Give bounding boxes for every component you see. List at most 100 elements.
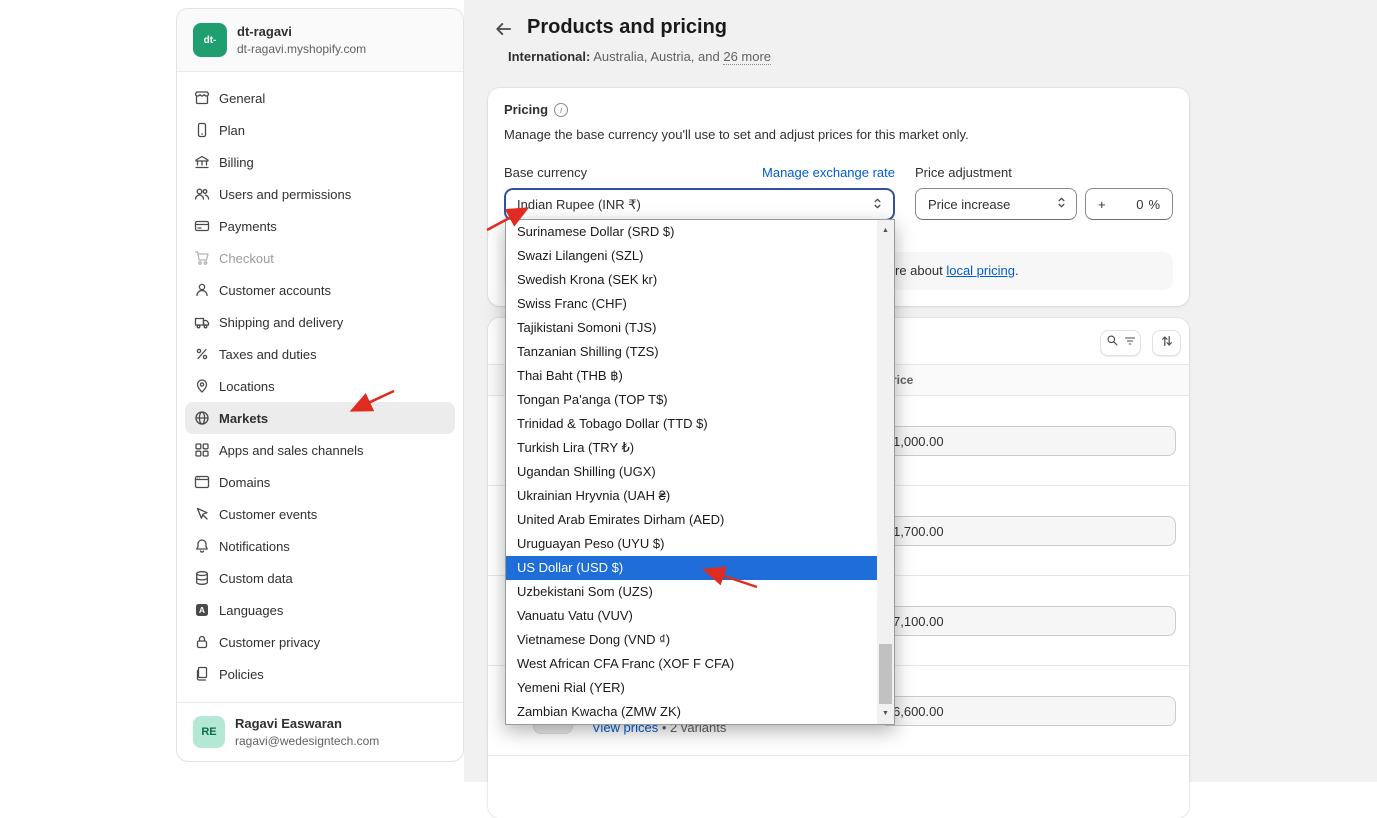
search-and-filter-button[interactable] bbox=[1100, 330, 1141, 356]
price-adjustment-column: Price adjustment Price increase + 0 % bbox=[915, 164, 1173, 220]
page-title: Products and pricing bbox=[527, 16, 727, 39]
settings-sidebar: dt- dt-ragavi dt-ragavi.myshopify.com Ge… bbox=[176, 8, 464, 762]
currency-option[interactable]: Tongan Pa'anga (TOP T$) bbox=[506, 388, 877, 412]
sidebar-item-users-and-permissions[interactable]: Users and permissions bbox=[185, 178, 455, 210]
price-input[interactable]: 1,700.00 bbox=[880, 516, 1176, 546]
currency-option-selected[interactable]: US Dollar (USD $) bbox=[506, 556, 877, 580]
local-pricing-link[interactable]: local pricing bbox=[946, 263, 1015, 278]
store-icon bbox=[193, 89, 211, 107]
currency-option[interactable]: Yemeni Rial (YER) bbox=[506, 676, 877, 700]
sidebar-item-label: Custom data bbox=[219, 571, 293, 586]
account-footer[interactable]: RE Ragavi Easwaran ragavi@wedesigntech.c… bbox=[177, 702, 463, 761]
sidebar-item-locations[interactable]: Locations bbox=[185, 370, 455, 402]
currency-option[interactable]: Zambian Kwacha (ZMW ZK) bbox=[506, 700, 877, 724]
cart-icon bbox=[193, 249, 211, 267]
currency-option[interactable]: Turkish Lira (TRY ₺) bbox=[506, 436, 877, 460]
price-adjustment-type-select[interactable]: Price increase bbox=[915, 188, 1077, 220]
scroll-up-arrow-icon[interactable]: ▲ bbox=[877, 222, 894, 239]
user-name: Ragavi Easwaran bbox=[235, 715, 379, 733]
currency-option[interactable]: Tanzanian Shilling (TZS) bbox=[506, 340, 877, 364]
currency-option[interactable]: West African CFA Franc (XOF F CFA) bbox=[506, 652, 877, 676]
currency-option[interactable]: Swedish Krona (SEK kr) bbox=[506, 268, 877, 292]
cursor-icon bbox=[193, 505, 211, 523]
globe-icon bbox=[193, 409, 211, 427]
currency-option[interactable]: Ugandan Shilling (UGX) bbox=[506, 460, 877, 484]
sidebar-item-customer-accounts[interactable]: Customer accounts bbox=[185, 274, 455, 306]
sidebar-item-label: Billing bbox=[219, 155, 254, 170]
scroll-down-arrow-icon[interactable]: ▼ bbox=[877, 705, 894, 722]
sidebar-item-label: Customer events bbox=[219, 507, 317, 522]
price-adjustment-value: Price increase bbox=[928, 197, 1010, 212]
adjustment-amount: 0 bbox=[1136, 197, 1143, 212]
market-name-label: International: bbox=[508, 49, 590, 64]
sidebar-item-markets[interactable]: Markets bbox=[185, 402, 455, 434]
base-currency-column: Base currency Manage exchange rate India… bbox=[504, 164, 895, 221]
adjustment-sign: + bbox=[1098, 197, 1106, 212]
users-icon bbox=[193, 185, 211, 203]
sidebar-item-checkout: Checkout bbox=[185, 242, 455, 274]
sidebar-item-customer-privacy[interactable]: Customer privacy bbox=[185, 626, 455, 658]
user-email: ragavi@wedesigntech.com bbox=[235, 733, 379, 749]
sidebar-item-label: Plan bbox=[219, 123, 245, 138]
sidebar-item-label: Languages bbox=[219, 603, 283, 618]
shop-name: dt-ragavi bbox=[237, 23, 366, 41]
sidebar-item-notifications[interactable]: Notifications bbox=[185, 530, 455, 562]
pricing-card-title: Pricing bbox=[504, 102, 548, 117]
currency-option[interactable]: Tajikistani Somoni (TJS) bbox=[506, 316, 877, 340]
sidebar-item-label: Customer accounts bbox=[219, 283, 331, 298]
page-subtitle: International: Australia, Austria, and 2… bbox=[508, 49, 771, 64]
svg-text:A: A bbox=[199, 605, 205, 615]
back-button[interactable] bbox=[493, 20, 515, 42]
sidebar-item-domains[interactable]: Domains bbox=[185, 466, 455, 498]
sidebar-item-custom-data[interactable]: Custom data bbox=[185, 562, 455, 594]
currency-option[interactable]: Vanuatu Vatu (VUV) bbox=[506, 604, 877, 628]
currency-option[interactable]: Surinamese Dollar (SRD $) bbox=[506, 220, 877, 244]
info-icon[interactable]: i bbox=[554, 103, 568, 117]
base-currency-select[interactable]: Indian Rupee (INR ₹) bbox=[504, 188, 895, 221]
currency-option[interactable]: Vietnamese Dong (VND ₫) bbox=[506, 628, 877, 652]
dropdown-scrollbar[interactable]: ▲ ▼ bbox=[877, 220, 894, 724]
currency-option[interactable]: Trinidad & Tobago Dollar (TTD $) bbox=[506, 412, 877, 436]
currency-option[interactable]: Swazi Lilangeni (SZL) bbox=[506, 244, 877, 268]
scrollbar-thumb[interactable] bbox=[879, 644, 892, 704]
price-input[interactable]: 6,600.00 bbox=[880, 696, 1176, 726]
more-regions-link[interactable]: 26 more bbox=[723, 49, 771, 65]
sidebar-item-label: Users and permissions bbox=[219, 187, 351, 202]
currency-option[interactable]: Swiss Franc (CHF) bbox=[506, 292, 877, 316]
sidebar-item-general[interactable]: General bbox=[185, 82, 455, 114]
price-input[interactable]: 7,100.00 bbox=[880, 606, 1176, 636]
card-icon bbox=[193, 217, 211, 235]
sidebar-item-label: Customer privacy bbox=[219, 635, 320, 650]
price-input[interactable]: 1,000.00 bbox=[880, 426, 1176, 456]
sidebar-item-shipping-and-delivery[interactable]: Shipping and delivery bbox=[185, 306, 455, 338]
sidebar-item-customer-events[interactable]: Customer events bbox=[185, 498, 455, 530]
price-adjustment-amount-input[interactable]: + 0 % bbox=[1085, 188, 1173, 220]
sidebar-item-label: Shipping and delivery bbox=[219, 315, 343, 330]
sort-button[interactable] bbox=[1152, 330, 1181, 356]
sidebar-item-payments[interactable]: Payments bbox=[185, 210, 455, 242]
sidebar-item-label: Markets bbox=[219, 411, 268, 426]
learn-more-period: . bbox=[1015, 263, 1019, 278]
shop-header[interactable]: dt- dt-ragavi dt-ragavi.myshopify.com bbox=[177, 9, 463, 72]
currency-option[interactable]: Uruguayan Peso (UYU $) bbox=[506, 532, 877, 556]
currency-option[interactable]: Ukrainian Hryvnia (UAH ₴) bbox=[506, 484, 877, 508]
bell-icon bbox=[193, 537, 211, 555]
currency-option[interactable]: Uzbekistani Som (UZS) bbox=[506, 580, 877, 604]
sidebar-item-policies[interactable]: Policies bbox=[185, 658, 455, 690]
sidebar-item-label: Domains bbox=[219, 475, 270, 490]
sidebar-item-languages[interactable]: A Languages bbox=[185, 594, 455, 626]
sidebar-item-plan[interactable]: Plan bbox=[185, 114, 455, 146]
sidebar-menu: General Plan Billing Users and permissio… bbox=[177, 72, 463, 702]
sidebar-item-label: Apps and sales channels bbox=[219, 443, 364, 458]
sidebar-item-apps-and-sales-channels[interactable]: Apps and sales channels bbox=[185, 434, 455, 466]
pricing-description: Manage the base currency you'll use to s… bbox=[504, 127, 1173, 142]
base-currency-value: Indian Rupee (INR ₹) bbox=[517, 197, 641, 213]
manage-exchange-rate-link[interactable]: Manage exchange rate bbox=[762, 165, 895, 180]
pin-icon bbox=[193, 377, 211, 395]
sidebar-item-billing[interactable]: Billing bbox=[185, 146, 455, 178]
currency-option[interactable]: Thai Baht (THB ฿) bbox=[506, 364, 877, 388]
sidebar-item-taxes-and-duties[interactable]: Taxes and duties bbox=[185, 338, 455, 370]
grid-icon bbox=[193, 441, 211, 459]
sidebar-item-label: Checkout bbox=[219, 251, 274, 266]
currency-option[interactable]: United Arab Emirates Dirham (AED) bbox=[506, 508, 877, 532]
